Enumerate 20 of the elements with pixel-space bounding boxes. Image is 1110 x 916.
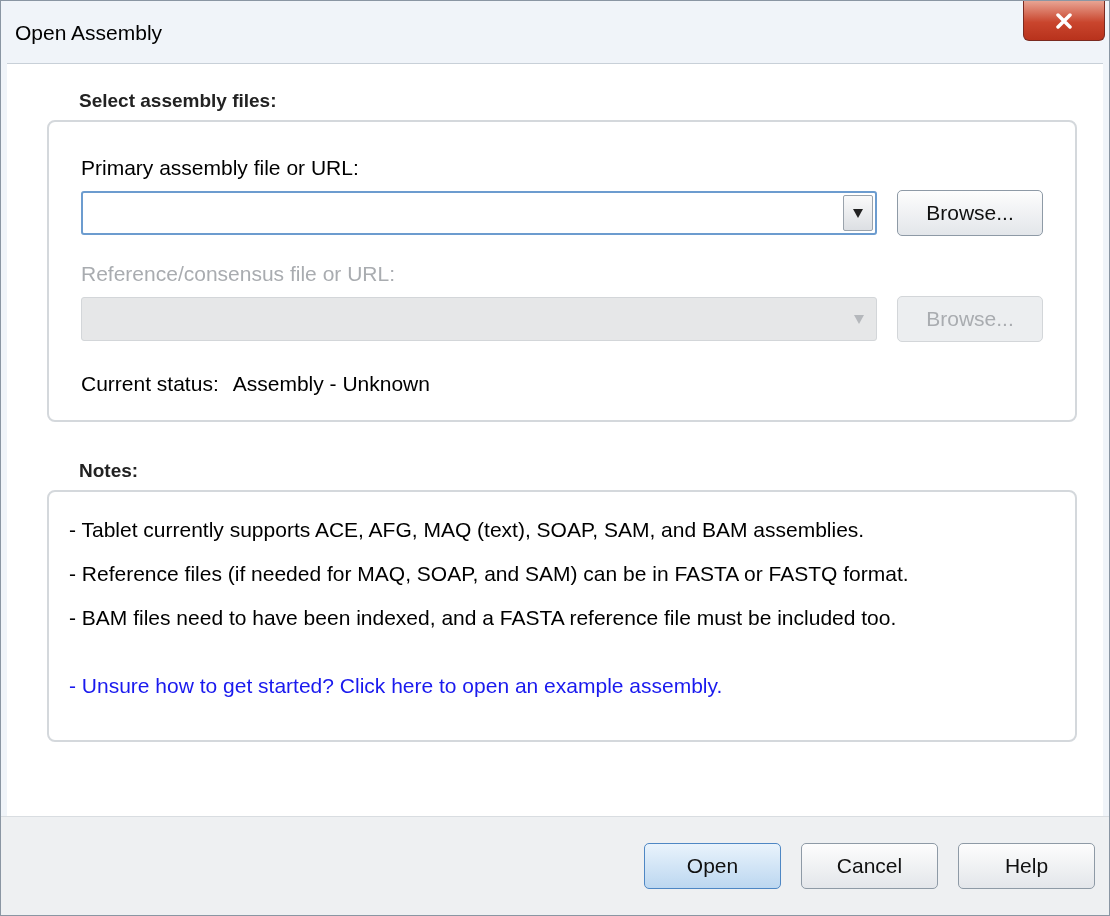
group-label: Select assembly files: — [79, 90, 278, 112]
status-label: Current status: — [81, 372, 219, 396]
note-text: - Reference files (if needed for MAQ, SOAP, and SAM) can be in FASTA or FASTQ format. — [69, 562, 910, 586]
dialog-button[interactable]: Help — [958, 843, 1095, 889]
status-value: Assembly - Unknown — [232, 372, 430, 396]
close-icon — [1055, 12, 1073, 29]
window-title: Open Assembly — [15, 21, 163, 45]
group-label: Notes: — [79, 460, 140, 482]
dropdown-arrow-icon — [852, 207, 864, 219]
field-label: Reference/consensus file or URL: — [81, 262, 396, 286]
note-text: - BAM files need to have been indexed, and a FASTA reference file must be included too. — [69, 606, 898, 630]
dialog-button[interactable]: Cancel — [801, 843, 938, 889]
dropdown-arrow-icon — [853, 313, 865, 325]
field-label: Primary assembly file or URL: — [81, 156, 360, 180]
example-link[interactable]: - Unsure how to get started? Click here to open an example assembly. — [69, 674, 1053, 698]
browse-button[interactable]: Browse... — [897, 190, 1043, 236]
dialog-button[interactable]: Open — [644, 843, 781, 889]
combo-field[interactable] — [81, 191, 877, 235]
note-text: - Tablet currently supports ACE, AFG, MAQ (text), SOAP, SAM, and BAM assemblies. — [69, 518, 866, 542]
close-button[interactable] — [1023, 1, 1105, 41]
